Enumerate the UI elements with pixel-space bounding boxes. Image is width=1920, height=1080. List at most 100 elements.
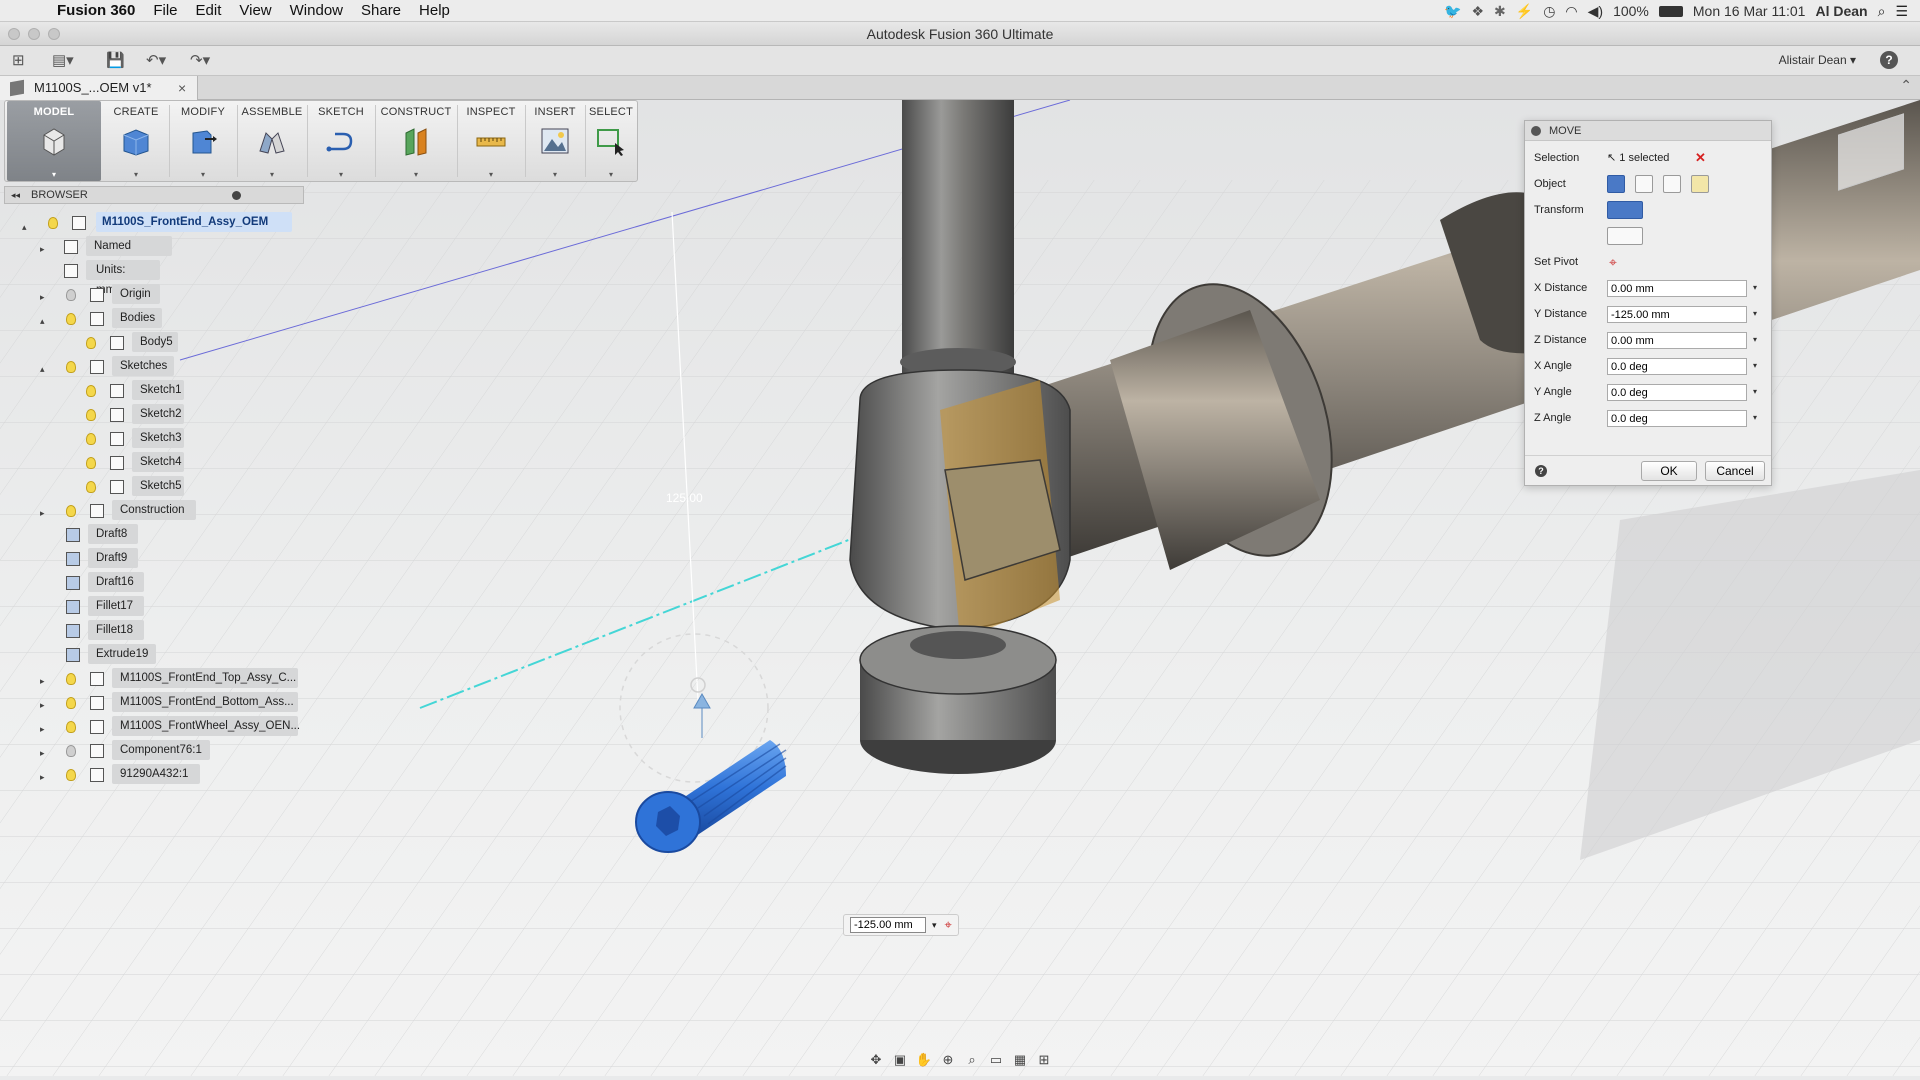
zoom-icon[interactable]: ⊕ xyxy=(938,1051,958,1069)
close-window-button[interactable] xyxy=(8,28,20,40)
z-distance-input[interactable] xyxy=(1607,332,1747,349)
tree-label-units[interactable]: Units: mm xyxy=(96,260,125,296)
visibility-bulb-icon[interactable] xyxy=(66,769,76,781)
save-icon[interactable]: 💾 xyxy=(106,51,125,71)
ok-button[interactable]: OK xyxy=(1641,461,1697,481)
help-icon[interactable]: ? xyxy=(1880,51,1898,69)
grid-settings-icon[interactable]: ▦ xyxy=(1010,1051,1030,1069)
tree-label-draft16[interactable]: Draft16 xyxy=(96,572,134,592)
visibility-bulb-icon[interactable] xyxy=(66,745,76,757)
expand-icon[interactable]: ▸ xyxy=(40,508,50,519)
visibility-bulb-icon[interactable] xyxy=(86,433,96,445)
tree-label-named-views[interactable]: Named Views xyxy=(94,236,131,272)
expand-icon[interactable]: ▸ xyxy=(40,724,50,735)
insert-dropdown-icon[interactable]: ▾ xyxy=(553,170,557,179)
distance-dropdown-icon[interactable]: ▾ xyxy=(932,920,937,931)
insert-menu[interactable]: INSERT ▾ xyxy=(527,101,583,181)
sketch-objects-icon[interactable] xyxy=(1691,175,1709,193)
help-icon[interactable]: ? xyxy=(1535,465,1547,477)
move-dialog-header[interactable]: MOVE xyxy=(1525,121,1771,141)
point-to-point-icon[interactable] xyxy=(1607,227,1643,245)
tree-label-91290a432[interactable]: 91290A432:1 xyxy=(120,764,188,784)
distance-input[interactable] xyxy=(850,917,926,933)
expand-icon[interactable]: ▸ xyxy=(40,700,50,711)
workspace-dropdown-icon[interactable]: ▾ xyxy=(52,170,56,179)
orbit-icon[interactable]: ✥ xyxy=(866,1051,886,1069)
y-distance-input[interactable] xyxy=(1607,306,1747,323)
menu-view[interactable]: View xyxy=(230,2,280,19)
tree-label-construction[interactable]: Construction xyxy=(120,500,185,520)
visibility-bulb-icon[interactable] xyxy=(66,289,76,301)
tree-label-sketch3[interactable]: Sketch3 xyxy=(140,428,182,448)
file-menu-icon[interactable]: ▤▾ xyxy=(52,51,74,71)
collapse-tabs-icon[interactable]: ⌃ xyxy=(1900,77,1912,94)
inspect-menu[interactable]: INSPECT ▾ xyxy=(459,101,523,181)
free-move-icon[interactable] xyxy=(1607,201,1643,219)
viewports-icon[interactable]: ⊞ xyxy=(1034,1051,1054,1069)
selection-value[interactable]: ↖ 1 selected xyxy=(1607,147,1669,169)
z-angle-dropdown-icon[interactable]: ▾ xyxy=(1753,407,1757,429)
expand-icon[interactable]: ▸ xyxy=(40,676,50,687)
tree-label-origin[interactable]: Origin xyxy=(120,284,151,304)
user-account-menu[interactable]: Alistair Dean ▾ xyxy=(1779,53,1856,67)
assemble-menu[interactable]: ASSEMBLE ▾ xyxy=(239,101,305,181)
create-menu[interactable]: CREATE ▾ xyxy=(105,101,167,181)
tree-label-draft9[interactable]: Draft9 xyxy=(96,548,127,568)
modify-menu[interactable]: MODIFY ▾ xyxy=(171,101,235,181)
visibility-bulb-icon[interactable] xyxy=(66,673,76,685)
display-settings-icon[interactable]: ▭ xyxy=(986,1051,1006,1069)
create-dropdown-icon[interactable]: ▾ xyxy=(134,170,138,179)
tree-label-body5[interactable]: Body5 xyxy=(140,332,173,352)
tree-label-sketch5[interactable]: Sketch5 xyxy=(140,476,182,496)
spotlight-icon[interactable]: ⌕ xyxy=(1878,3,1886,20)
construct-menu[interactable]: CONSTRUCT ▾ xyxy=(377,101,455,181)
tree-label-draft8[interactable]: Draft8 xyxy=(96,524,127,544)
visibility-bulb-icon[interactable] xyxy=(66,361,76,373)
menu-help[interactable]: Help xyxy=(410,2,459,19)
collapse-browser-icon[interactable]: ◂◂ xyxy=(11,187,20,204)
expand-icon[interactable]: ▸ xyxy=(40,292,50,303)
clock[interactable]: Mon 16 Mar 11:01 xyxy=(1693,3,1806,19)
faces-object-icon[interactable] xyxy=(1663,175,1681,193)
look-at-icon[interactable]: ▣ xyxy=(890,1051,910,1069)
visibility-bulb-icon[interactable] xyxy=(66,313,76,325)
browser-header[interactable]: ◂◂ BROWSER xyxy=(4,186,304,204)
sketch-dropdown-icon[interactable]: ▾ xyxy=(339,170,343,179)
dropbox-icon[interactable]: ❖ xyxy=(1471,3,1484,20)
tree-label-fillet18[interactable]: Fillet18 xyxy=(96,620,133,640)
twitter-icon[interactable]: 🐦 xyxy=(1444,3,1461,20)
construct-dropdown-icon[interactable]: ▾ xyxy=(414,170,418,179)
tree-label-sketch4[interactable]: Sketch4 xyxy=(140,452,182,472)
workspace-switcher[interactable]: MODEL ▾ xyxy=(7,101,101,181)
select-dropdown-icon[interactable]: ▾ xyxy=(609,170,613,179)
cancel-button[interactable]: Cancel xyxy=(1705,461,1765,481)
clear-selection-icon[interactable]: ✕ xyxy=(1695,147,1706,169)
tree-label-fillet17[interactable]: Fillet17 xyxy=(96,596,133,616)
select-menu[interactable]: SELECT ▾ xyxy=(587,101,635,181)
tree-label-sketches[interactable]: Sketches xyxy=(120,356,167,376)
components-object-icon[interactable] xyxy=(1635,175,1653,193)
assemble-dropdown-icon[interactable]: ▾ xyxy=(270,170,274,179)
pan-icon[interactable]: ✋ xyxy=(914,1051,934,1069)
expand-icon[interactable]: ▴ xyxy=(22,222,32,233)
zoom-window-button[interactable] xyxy=(48,28,60,40)
close-tab-icon[interactable]: × xyxy=(178,76,186,100)
browser-options-icon[interactable] xyxy=(232,191,241,200)
visibility-bulb-icon[interactable] xyxy=(66,505,76,517)
visibility-bulb-icon[interactable] xyxy=(86,385,96,397)
tree-label-bodies[interactable]: Bodies xyxy=(120,308,155,328)
visibility-bulb-icon[interactable] xyxy=(66,697,76,709)
x-angle-dropdown-icon[interactable]: ▾ xyxy=(1753,355,1757,377)
pivot-icon[interactable]: ⌖ xyxy=(945,917,952,933)
time-machine-icon[interactable]: ◷ xyxy=(1543,3,1555,20)
menu-file[interactable]: File xyxy=(144,2,186,19)
notification-center-icon[interactable]: ☰ xyxy=(1895,3,1908,20)
visibility-bulb-icon[interactable] xyxy=(48,217,58,229)
redo-icon[interactable]: ↷▾ xyxy=(190,51,210,71)
set-pivot-icon[interactable]: ⌖ xyxy=(1609,251,1617,273)
expand-icon[interactable]: ▸ xyxy=(40,772,50,783)
power-icon[interactable]: ⚡ xyxy=(1516,3,1533,20)
wifi-icon[interactable]: ◠ xyxy=(1565,3,1577,20)
battery-percent[interactable]: 100% xyxy=(1613,3,1649,19)
tree-label-extrude19[interactable]: Extrude19 xyxy=(96,644,148,664)
